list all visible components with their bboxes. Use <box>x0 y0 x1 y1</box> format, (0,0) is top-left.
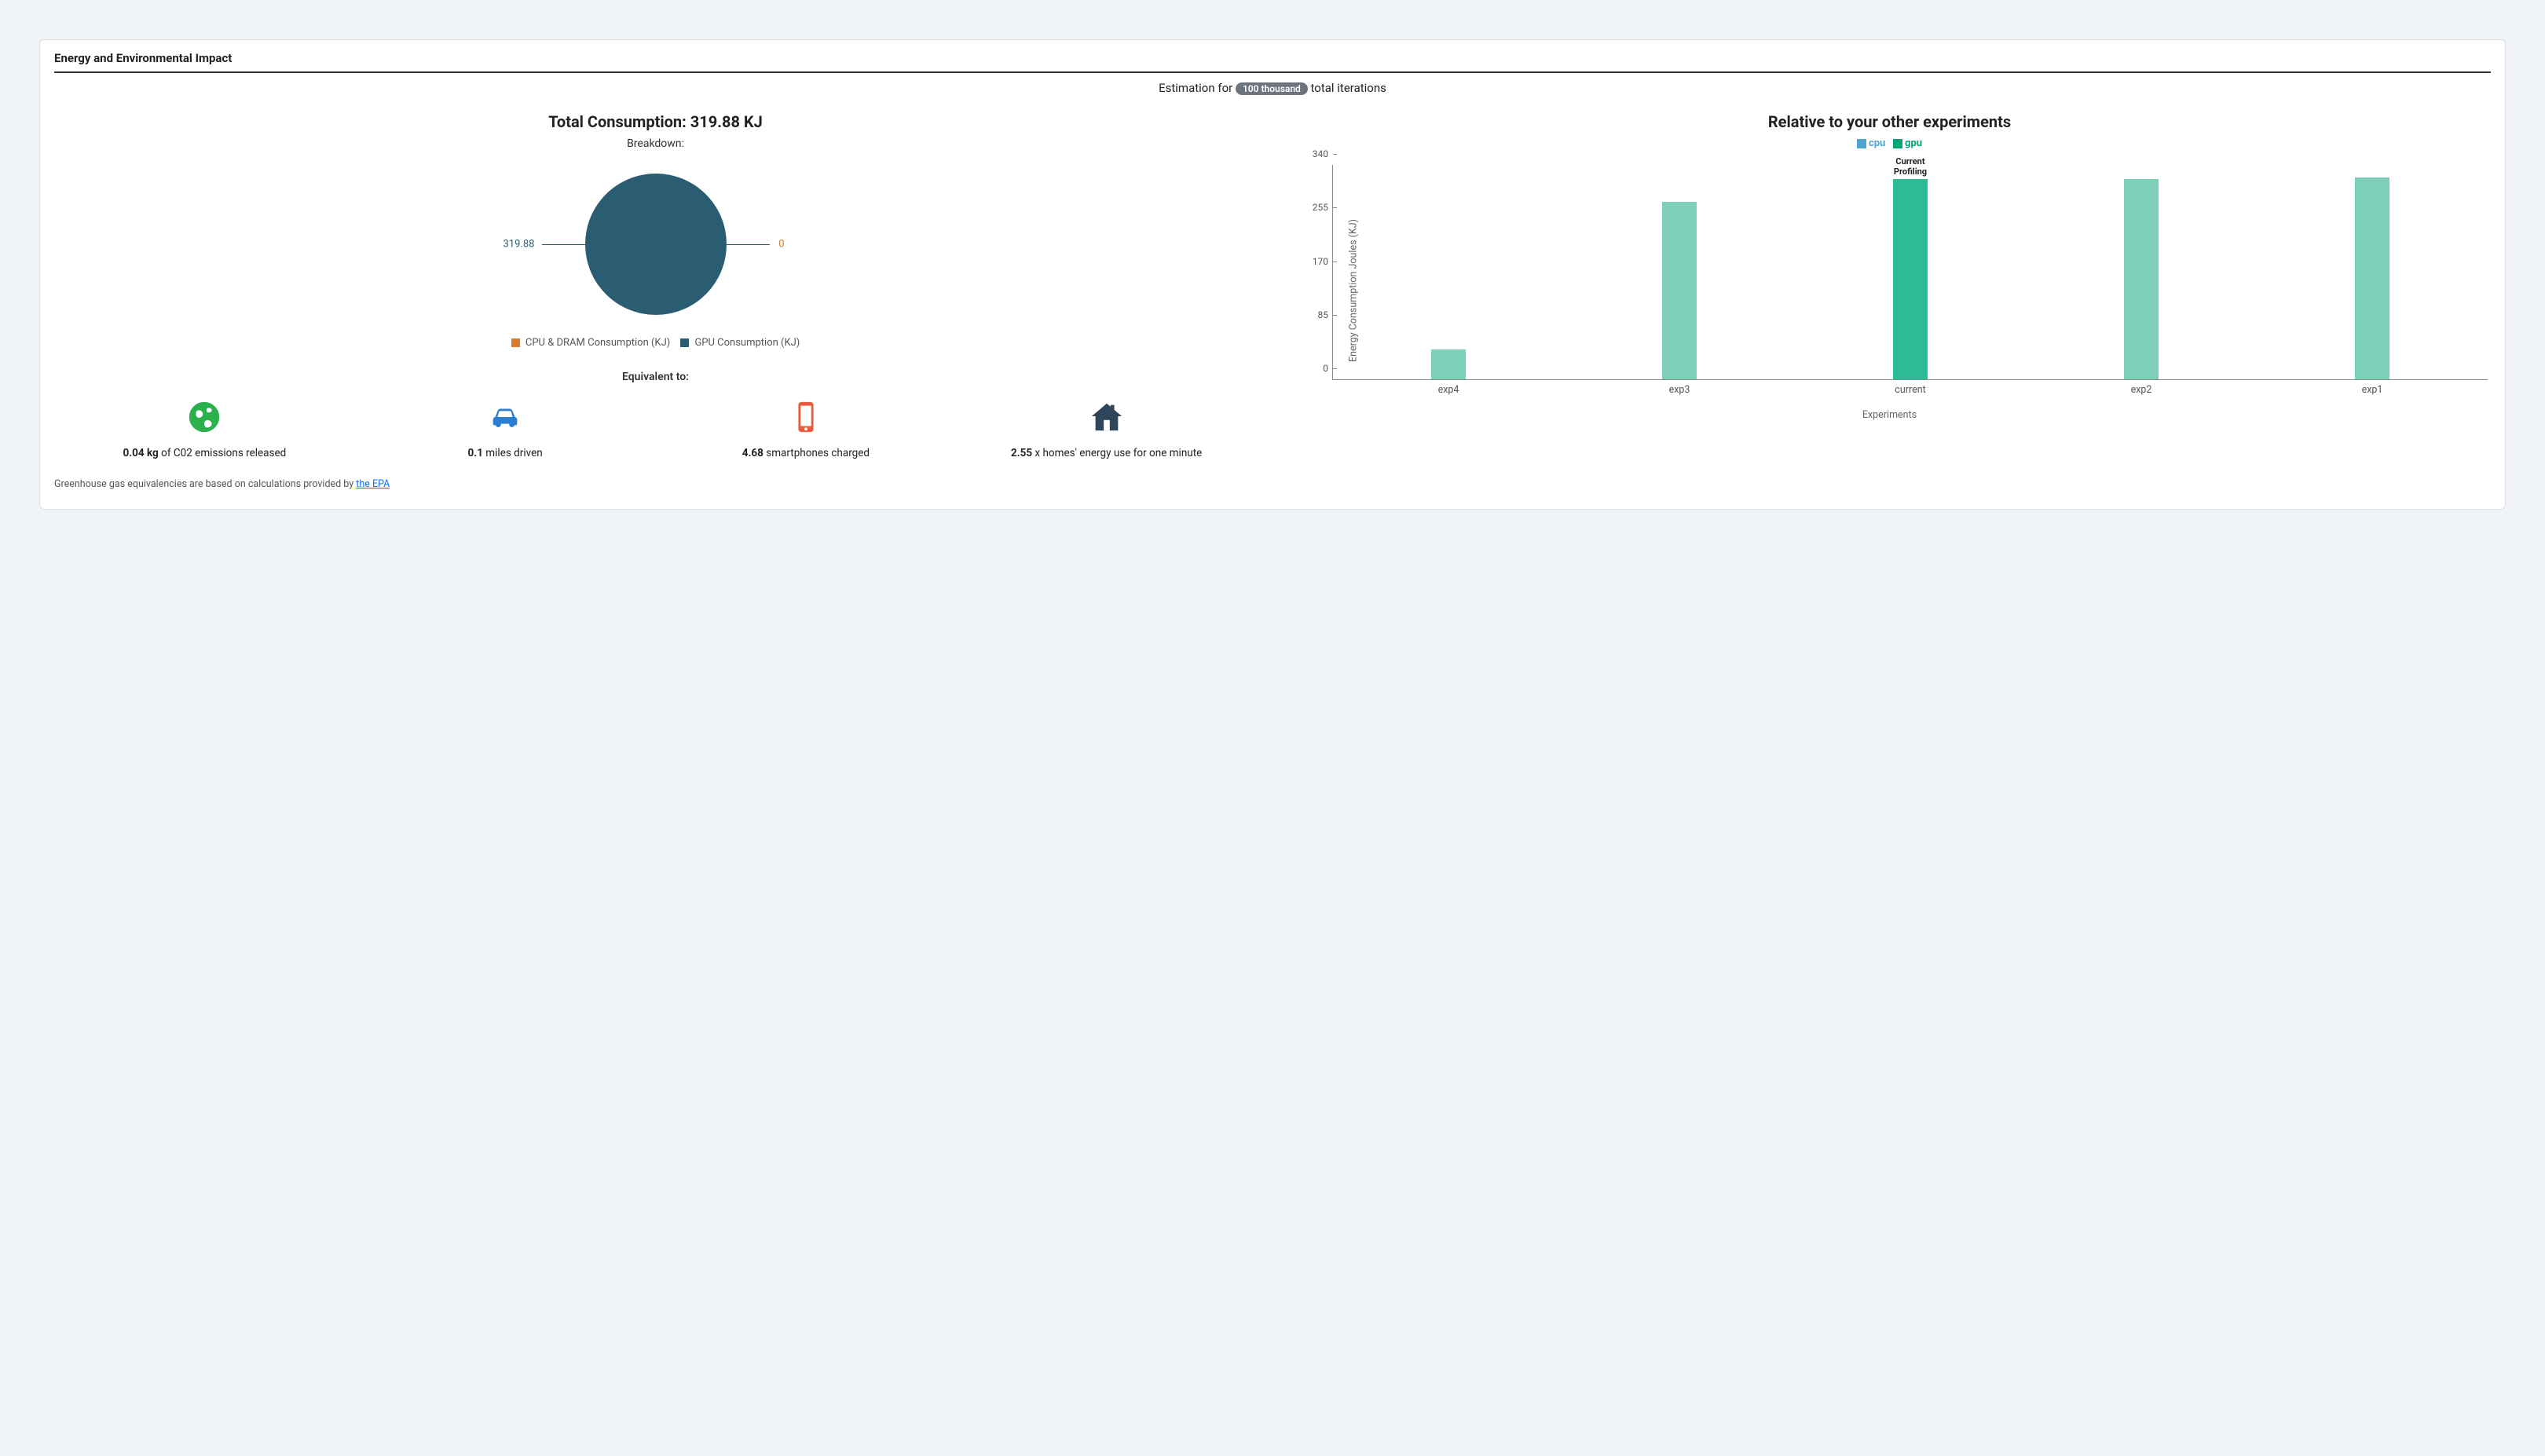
pie-slice-gpu <box>585 174 727 315</box>
bar <box>2355 177 2389 379</box>
total-consumption-value: 319.88 KJ <box>690 112 763 131</box>
estimation-prefix: Estimation for <box>1159 81 1232 95</box>
bar-group <box>2349 165 2396 379</box>
equiv-co2: 0.04 kg of C02 emissions released <box>54 399 355 461</box>
consumption-column: Total Consumption: 319.88 KJ Breakdown: … <box>54 112 1257 490</box>
bar-ytick: 170 <box>1313 256 1333 267</box>
card-title: Energy and Environmental Impact <box>54 51 2491 73</box>
bar-xtick: exp3 <box>1648 379 1711 396</box>
legend-label-gpu: GPU Consumption (KJ) <box>694 337 800 349</box>
legend-swatch-gpu <box>680 338 689 347</box>
legend-swatch-cpu <box>511 338 520 347</box>
legend-cpu-label: cpu <box>1869 137 1885 149</box>
epa-link[interactable]: the EPA <box>356 478 390 490</box>
equivalencies-footnote: Greenhouse gas equivalencies are based o… <box>54 478 1257 490</box>
bar-annotation: CurrentProfiling <box>1894 157 1927 178</box>
bar-group <box>1425 165 1472 379</box>
pie-value-cpu: 0 <box>778 239 784 251</box>
bar-ytick: 0 <box>1323 363 1333 374</box>
pie-legend: CPU & DRAM Consumption (KJ) GPU Consumpt… <box>54 337 1257 349</box>
bar-xtick: exp1 <box>2341 379 2404 396</box>
bar-xlabel: Experiments <box>1288 409 2491 421</box>
legend-swatch-cpu-bar <box>1857 139 1866 148</box>
globe-icon <box>186 399 222 435</box>
bar-group <box>1656 165 1703 379</box>
legend-label-cpu: CPU & DRAM Consumption (KJ) <box>525 337 670 349</box>
bar-plot-area: 085170255340exp4exp3CurrentProfilingcurr… <box>1332 165 2488 380</box>
legend-gpu-label: gpu <box>1905 137 1922 149</box>
equiv-home: 2.55 x homes' energy use for one minute <box>956 399 1257 461</box>
legend-swatch-gpu-bar <box>1893 139 1902 148</box>
bar <box>1431 349 1466 380</box>
bar-group <box>2118 165 2165 379</box>
bar-legend: cpu gpu <box>1288 137 2491 149</box>
bar-ytick: 340 <box>1313 148 1333 159</box>
energy-impact-card: Energy and Environmental Impact Estimati… <box>39 39 2506 510</box>
equivalent-to-label: Equivalent to: <box>54 371 1257 383</box>
bar-xtick: exp2 <box>2110 379 2173 396</box>
bar-xtick: current <box>1879 379 1942 396</box>
bar-ytick: 85 <box>1318 309 1334 320</box>
total-consumption-heading: Total Consumption: 319.88 KJ <box>54 112 1257 131</box>
home-icon <box>1089 399 1125 435</box>
experiments-bar-chart: Energy Consumption Joules (KJ) Experimen… <box>1288 157 2491 424</box>
comparison-column: Relative to your other experiments cpu g… <box>1288 112 2491 490</box>
smartphone-icon <box>788 399 824 435</box>
equiv-miles: 0.1 miles driven <box>355 399 656 461</box>
car-icon <box>487 399 523 435</box>
total-consumption-label: Total Consumption: <box>548 112 687 131</box>
bar <box>2124 179 2159 379</box>
consumption-pie-chart: 319.88 0 <box>538 166 774 323</box>
breakdown-label: Breakdown: <box>54 137 1257 150</box>
estimation-suffix: total iterations <box>1311 81 1386 95</box>
bar-xtick: exp4 <box>1417 379 1480 396</box>
bar-group: CurrentProfiling <box>1887 165 1934 379</box>
equiv-phone: 4.68 smartphones charged <box>656 399 957 461</box>
pie-value-gpu: 319.88 <box>504 239 535 251</box>
bar: CurrentProfiling <box>1893 179 1928 379</box>
bar-ytick: 255 <box>1313 202 1333 213</box>
comparison-heading: Relative to your other experiments <box>1288 112 2491 131</box>
estimation-row: Estimation for 100 thousand total iterat… <box>54 81 2491 95</box>
equivalents-row: 0.04 kg of C02 emissions released 0.1 mi… <box>54 399 1257 461</box>
bar <box>1662 202 1697 379</box>
iterations-badge: 100 thousand <box>1236 82 1308 95</box>
